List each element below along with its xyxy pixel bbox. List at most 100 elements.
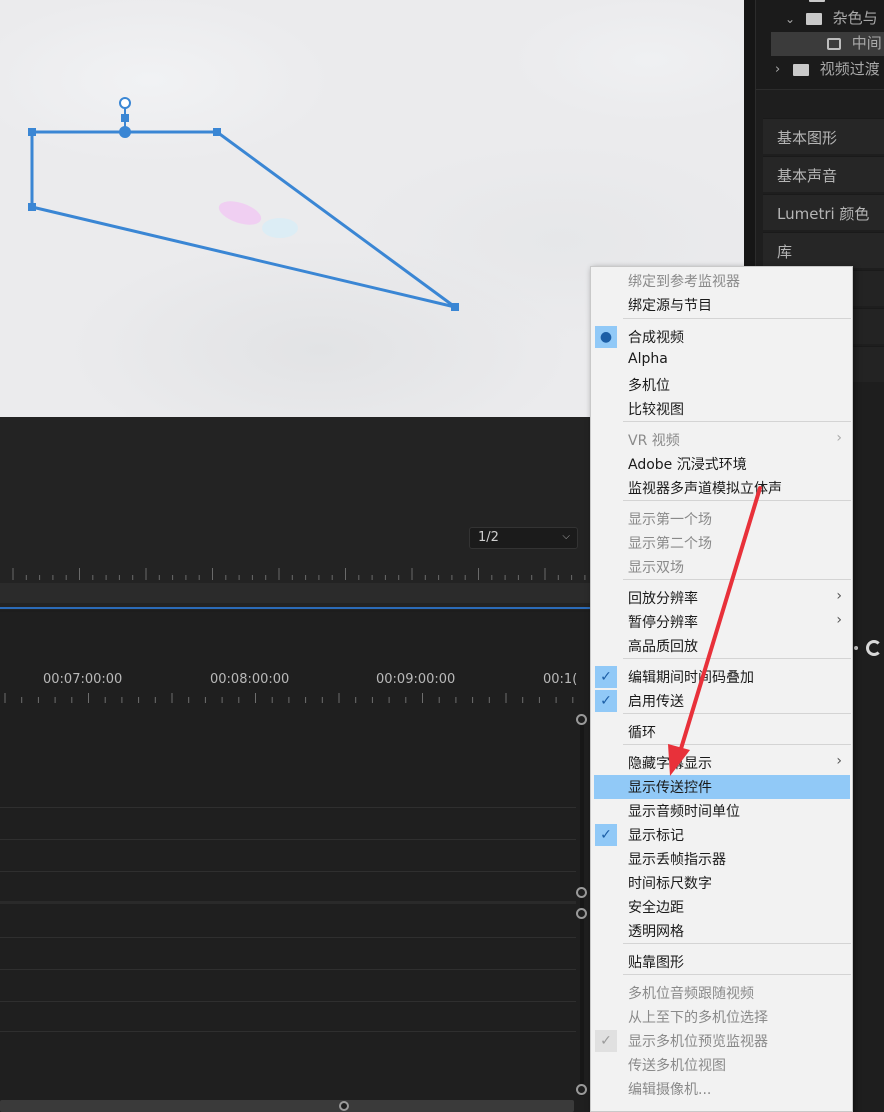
menu-separator [623,713,851,714]
menu-item[interactable]: 编辑摄像机... [594,1077,850,1101]
folder-icon [809,0,825,2]
scroll-handle[interactable] [339,1101,349,1111]
menu-item[interactable]: 显示第二个场 [594,531,850,555]
menu-item-label: 贴靠图形 [628,955,684,971]
menu-item[interactable]: 安全边距 [594,895,850,919]
vertex-handle[interactable] [28,203,36,211]
menu-item[interactable]: 比较视图 [594,397,850,421]
menu-item-label: 编辑期间时间码叠加 [628,670,754,686]
menu-item-label: 透明网格 [628,924,684,940]
menu-item[interactable]: 高品质回放 [594,634,850,658]
menu-item[interactable]: 监视器多声道模拟立体声 [594,476,850,500]
menu-item[interactable]: ✓ 启用传送 [594,689,850,713]
tree-item-median[interactable]: 中间 [771,32,884,56]
menu-item-label: 显示第二个场 [628,536,712,552]
menu-item[interactable]: ✓ 显示标记 [594,823,850,847]
tree-folder-video-transitions[interactable]: › 视频过渡 [771,58,884,82]
menu-item-label: 显示丢帧指示器 [628,852,726,868]
menu-item[interactable]: 贴靠图形 [594,950,850,974]
scroll-handle[interactable] [576,1084,587,1095]
audio-track[interactable] [0,1002,576,1032]
menu-item-label: 绑定到参考监视器 [628,274,740,290]
timeline-ruler[interactable] [0,692,580,704]
rotation-handle[interactable] [119,97,131,109]
menu-item-label: 合成视频 [628,330,684,346]
menu-item[interactable]: 传送多机位视图 [594,1053,850,1077]
menu-item[interactable]: 显示音频时间单位 [594,799,850,823]
tab-libraries[interactable]: 库 [763,232,884,268]
chevron-right-icon: › [836,430,842,446]
menu-item[interactable]: 隐藏字幕显示 › [594,751,850,775]
menu-item[interactable]: 暂停分辨率 › [594,610,850,634]
menu-item[interactable]: Alpha [594,349,850,373]
menu-item[interactable]: ✓ 编辑期间时间码叠加 [594,665,850,689]
menu-item[interactable]: 绑定源与节目 [594,293,850,317]
monitor-context-menu: 绑定到参考监视器绑定源与节目 ● 合成视频 Alpha 多机位比较视图 VR 视频 › Ado… [590,266,853,1112]
radio-dot-icon: ● [595,326,617,348]
timecode-label: 00:09:00:00 [376,672,456,687]
menu-item[interactable]: 回放分辨率 › [594,586,850,610]
chevron-right-icon: › [775,62,781,77]
menu-item[interactable]: 显示第一个场 [594,507,850,531]
tree-label: 中间 [851,34,882,52]
timecode-label: 00:07:00:00 [43,672,123,687]
chevron-right-icon: › [836,612,842,628]
menu-item-label: VR 视频 [628,433,680,449]
menu-item-label: 显示第一个场 [628,512,712,528]
tab-lumetri-color[interactable]: Lumetri 颜色 [763,194,884,230]
menu-item-label: 隐藏字幕显示 [628,756,712,772]
tab-essential-graphics[interactable]: 基本图形 [763,118,884,154]
menu-item[interactable]: VR 视频 › [594,428,850,452]
audio-track[interactable] [0,970,576,1002]
menu-item-label: 比较视图 [628,402,684,418]
menu-separator [623,500,851,501]
menu-item[interactable]: 循环 [594,720,850,744]
menu-item-label: 循环 [628,725,656,741]
menu-item[interactable]: Adobe 沉浸式环境 [594,452,850,476]
menu-item[interactable]: 多机位音频跟随视频 [594,981,850,1005]
vertex-handle[interactable] [28,128,36,136]
menu-item-label: Alpha [628,351,668,367]
scroll-handle[interactable] [576,887,587,898]
chevron-down-icon: ⌵ [562,531,570,542]
menu-item[interactable]: 显示双场 [594,555,850,579]
tree-folder-noise[interactable]: ⌄ 杂色与 [785,7,884,31]
menu-item-label: 回放分辨率 [628,591,698,607]
scroll-handle[interactable] [576,908,587,919]
menu-item[interactable]: 透明网格 [594,919,850,943]
menu-item-label: Adobe 沉浸式环境 [628,457,747,473]
tab-essential-sound[interactable]: 基本声音 [763,156,884,192]
menu-separator [623,318,851,319]
menu-item[interactable]: 时间标尺数字 [594,871,850,895]
video-track[interactable] [0,840,576,872]
menu-item-label: 显示标记 [628,828,684,844]
menu-item[interactable]: ✓ 显示多机位预览监视器 [594,1029,850,1053]
audio-track[interactable] [0,906,576,938]
center-handle[interactable] [119,126,131,138]
tab-label: 基本图形 [777,129,838,147]
menu-item[interactable]: 显示传送控件 [594,775,850,799]
video-track[interactable] [0,808,576,840]
menu-item-label: 显示传送控件 [628,780,712,796]
menu-item-label: 多机位音频跟随视频 [628,986,754,1002]
menu-item[interactable]: ● 合成视频 [594,325,850,349]
timeline-horizontal-scrollbar[interactable] [0,1100,574,1112]
menu-item[interactable]: 多机位 [594,373,850,397]
chevron-right-icon: › [836,753,842,769]
tab-label: 基本声音 [777,167,838,185]
audio-track[interactable] [0,938,576,970]
menu-item-label: 暂停分辨率 [628,615,698,631]
resolution-select[interactable]: 1/2 ⌵ [469,527,578,549]
menu-separator [623,943,851,944]
vertex-handle[interactable] [213,128,221,136]
menu-item[interactable]: 绑定到参考监视器 [594,269,850,293]
scroll-handle[interactable] [576,714,587,725]
video-track[interactable] [0,872,576,904]
vertex-handle[interactable] [451,303,459,311]
menu-item[interactable]: 显示丢帧指示器 [594,847,850,871]
menu-item-label: 显示音频时间单位 [628,804,740,820]
checkmark-icon: ✓ [595,666,617,688]
menu-item[interactable]: 从上至下的多机位选择 [594,1005,850,1029]
anchor-handle[interactable] [121,114,129,122]
video-track[interactable] [0,706,576,808]
